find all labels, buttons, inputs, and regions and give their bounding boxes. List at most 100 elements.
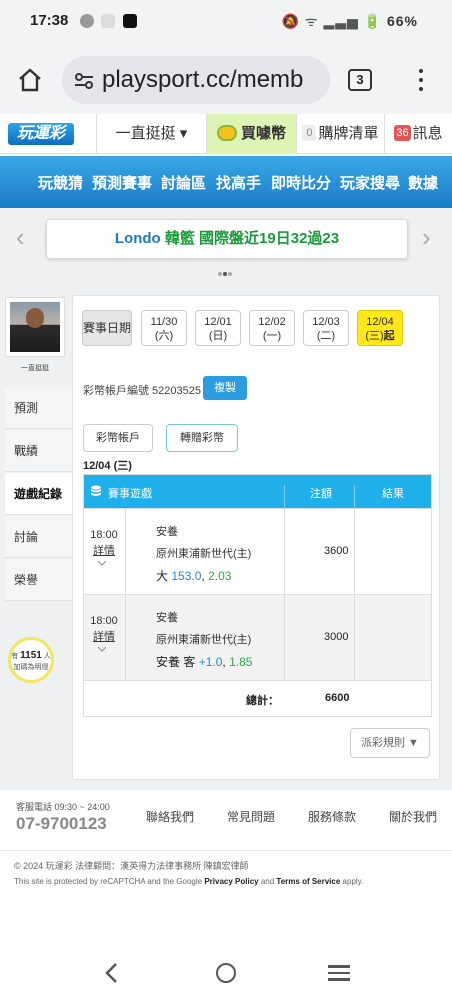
row-pick: 大 xyxy=(156,569,169,583)
date-tab-selected[interactable]: 12/04 (三)起 xyxy=(357,310,403,346)
table-row: 18:00 詳情 安養 原州東浦新世代(主) 大 153.0, 2.03 3600 xyxy=(84,508,431,594)
menu-item-player-search[interactable]: 玩家搜尋 xyxy=(340,172,400,193)
sidebar-item-honor[interactable]: 榮譽 xyxy=(5,559,72,601)
promo-count: 1151 xyxy=(20,650,42,661)
main-menu: 玩競猜 預測賽事 討論區 找高手 即時比分 玩家搜尋 數據 xyxy=(0,156,452,208)
table-date: 12/04 (三) xyxy=(83,460,132,472)
profile-sidebar: 一直挺挺 預測 戰績 遊戲紀錄 討論 榮譽 有 1151 人 加碼為明燈 xyxy=(5,297,77,727)
date-tab-date: 12/02 xyxy=(258,316,286,328)
username: 一直挺挺 xyxy=(21,365,49,372)
promo-bulb[interactable]: 有 1151 人 加碼為明燈 xyxy=(8,637,54,683)
chevron-down-icon[interactable] xyxy=(98,647,106,652)
ticker-prefix: Londo xyxy=(114,230,161,247)
date-tab-weekday: (三) xyxy=(365,330,384,342)
payout-rules-button[interactable]: 派彩規則 ▼ xyxy=(350,728,430,758)
buy-coins-label: 買噱幣 xyxy=(240,125,286,142)
total-amount: 6600 xyxy=(325,692,350,704)
messages-link[interactable]: 36 訊息 xyxy=(384,114,452,154)
back-icon[interactable] xyxy=(102,962,122,984)
tab-switcher-button[interactable]: 3 xyxy=(348,69,372,91)
date-tab[interactable]: 12/02 (一) xyxy=(249,310,295,346)
game-log-panel: 賽事日期 11/30 (六) 12/01 (日) 12/02 (一) 12/03 (二)… xyxy=(72,295,440,780)
avatar-image xyxy=(10,302,60,352)
header-amount: 注額 xyxy=(310,488,332,500)
bets-table: 賽事遊戲 注額 結果 18:00 詳情 安養 原州東浦新世代(主) 大 153.0… xyxy=(83,474,432,717)
footer-link-about[interactable]: 關於我們 xyxy=(389,808,437,825)
menu-item-livescore[interactable]: 即時比分 xyxy=(271,172,331,193)
app-notification-icon-2 xyxy=(123,14,137,28)
row-team-home: 原州東浦新世代(主) xyxy=(156,634,252,646)
home-icon[interactable] xyxy=(16,66,44,94)
row-odds: 2.03 xyxy=(208,569,232,583)
ticker-text: 韓籃 國際盤近19日32過23 xyxy=(164,230,340,247)
carousel-next-icon[interactable]: › xyxy=(422,222,431,253)
menu-item-stats[interactable]: 數據 xyxy=(408,172,438,193)
browser-menu-icon[interactable] xyxy=(418,69,424,91)
menu-item-guess[interactable]: 玩競猜 xyxy=(38,172,83,193)
messages-count-badge: 36 xyxy=(394,125,411,141)
sidebar-item-game-log[interactable]: 遊戲紀錄 xyxy=(5,473,77,515)
row-amount: 3600 xyxy=(324,545,349,557)
footer-link-contact[interactable]: 聯絡我們 xyxy=(146,808,194,825)
footer-link-faq[interactable]: 常見問題 xyxy=(227,808,275,825)
service-hours: 客服電話 09:30 ~ 24:00 xyxy=(16,802,110,812)
status-bar: 17:38 🔕 ᯤ ▂▃▅ 🔋 66% xyxy=(0,0,452,44)
row-team-away: 安養 xyxy=(156,526,178,538)
status-time: 17:38 xyxy=(30,12,69,29)
service-phone[interactable]: 07-9700123 xyxy=(16,814,107,834)
tab-coin-account[interactable]: 彩幣帳戶 xyxy=(83,424,153,452)
sidebar-item-record[interactable]: 戰績 xyxy=(5,430,72,472)
carousel-dots xyxy=(218,263,236,276)
table-total-row: 總計： 6600 xyxy=(84,680,431,716)
date-tab-date: 12/03 xyxy=(312,316,340,328)
date-tab[interactable]: 12/01 (日) xyxy=(195,310,241,346)
chevron-down-icon[interactable] xyxy=(98,561,106,566)
carousel-prev-icon[interactable]: ‹ xyxy=(16,222,25,253)
header-result: 結果 xyxy=(382,488,404,500)
sidebar-item-predict[interactable]: 預測 xyxy=(5,387,72,429)
line-notification-icon xyxy=(80,14,94,28)
footer-link-terms[interactable]: 服務條款 xyxy=(308,808,356,825)
cart-link[interactable]: 0 購牌清單 xyxy=(296,114,384,154)
menu-item-forum[interactable]: 討論區 xyxy=(161,172,206,193)
tab-transfer-coins[interactable]: 轉贈彩幣 xyxy=(166,424,238,452)
ticker-carousel: ‹ Londo 韓籃 國際盤近19日32過23 › xyxy=(0,208,452,280)
and-text: and xyxy=(260,877,275,886)
row-time: 18:00 xyxy=(90,615,118,627)
row-detail-link[interactable]: 詳情 xyxy=(90,629,118,645)
copy-button[interactable]: 複製 xyxy=(203,376,247,400)
menu-item-predict[interactable]: 預測賽事 xyxy=(92,172,152,193)
ticker-box[interactable]: Londo 韓籃 國際盤近19日32過23 xyxy=(46,219,408,259)
date-tab-weekday: (二) xyxy=(316,330,336,342)
row-team-away: 安養 xyxy=(156,612,178,624)
menu-item-experts[interactable]: 找高手 xyxy=(216,172,261,193)
table-header: 賽事遊戲 注額 結果 xyxy=(84,475,431,518)
mode-dropdown[interactable]: 一直挺挺 ▾ xyxy=(96,114,206,154)
copyright-text: © 2024 玩運彩 法律顧問：漢英得力法律事務所 陳鎮宏律師 xyxy=(14,861,249,871)
apply-text: apply. xyxy=(342,877,364,886)
date-tab[interactable]: 11/30 (六) xyxy=(141,310,187,346)
site-settings-icon[interactable] xyxy=(74,73,94,89)
total-label: 總計： xyxy=(246,695,279,707)
address-bar[interactable]: playsport.cc/memb xyxy=(62,56,330,104)
row-pick: 安養 客 xyxy=(156,655,196,669)
privacy-link[interactable]: Privacy Policy xyxy=(204,877,258,886)
footer: 客服電話 09:30 ~ 24:00 07-9700123 聯絡我們 常見問題 … xyxy=(0,790,452,850)
coin-icon xyxy=(216,125,237,141)
home-button-icon[interactable] xyxy=(216,963,236,983)
row-odds: 1.85 xyxy=(229,655,253,669)
battery-percent: 66% xyxy=(386,13,418,29)
signal-wifi-icons: 🔕 ᯤ ▂▃▅ 🔋 xyxy=(281,13,383,29)
terms-link[interactable]: Terms of Service xyxy=(276,877,340,886)
recents-icon[interactable] xyxy=(328,965,350,981)
buy-coins-button[interactable]: 買噱幣 xyxy=(206,114,296,154)
date-tab-date: 11/30 xyxy=(150,316,178,328)
date-tab[interactable]: 12/03 (二) xyxy=(303,310,349,346)
avatar[interactable] xyxy=(5,297,65,357)
header-game: 賽事遊戲 xyxy=(108,488,152,500)
sidebar-item-discuss[interactable]: 討論 xyxy=(5,516,72,558)
url-text[interactable]: playsport.cc/memb xyxy=(102,66,326,94)
promo-text: 加碼為明燈 xyxy=(13,664,49,671)
row-detail-link[interactable]: 詳情 xyxy=(90,543,118,559)
site-logo[interactable]: 玩運彩 xyxy=(8,123,74,145)
